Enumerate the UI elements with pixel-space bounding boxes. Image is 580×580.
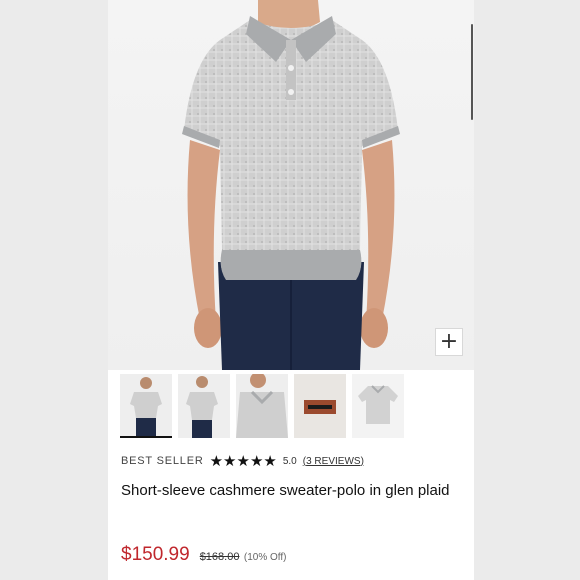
- star-icon: ★: [263, 452, 277, 470]
- star-icon: ★: [223, 452, 237, 470]
- thumbnail-collar[interactable]: [236, 374, 288, 438]
- thumbnail-side[interactable]: [178, 374, 230, 438]
- star-icon: ★: [209, 452, 224, 470]
- thumbnail-image: [186, 376, 218, 438]
- thumbnail-image: [236, 374, 288, 438]
- reviews-link-label[interactable]: 3 REVIEWS: [306, 456, 360, 467]
- discount-label: (10% Off): [243, 552, 287, 563]
- best-seller-badge: BEST SELLER: [121, 455, 204, 467]
- zoom-button[interactable]: +: [435, 328, 463, 356]
- thumbnail-front[interactable]: [120, 374, 172, 438]
- rating-row: BEST SELLER ★ ★ ★ ★ ★ 5.0 (3 REVIEWS): [121, 452, 364, 470]
- rating-stars: ★ ★ ★ ★ ★: [210, 452, 277, 470]
- thumbnail-strip: [120, 374, 404, 438]
- star-icon: ★: [236, 452, 250, 470]
- thumbnail-image: [294, 374, 346, 438]
- star-icon: ★: [249, 452, 264, 470]
- thumbnail-label[interactable]: [294, 374, 346, 438]
- price-row: $150.99 $168.00 (10% Off): [121, 544, 287, 566]
- sale-price: $150.99: [121, 544, 190, 565]
- image-scrollbar[interactable]: [471, 24, 473, 120]
- main-product-image[interactable]: +: [108, 0, 474, 370]
- thumbnail-image: [352, 374, 404, 438]
- thumbnail-image: [130, 377, 162, 436]
- model-photo: [182, 0, 400, 370]
- product-card: + BEST SELLER ★ ★ ★ ★ ★ 5.0 (3 REVIEWS) …: [108, 0, 474, 580]
- rating-value: 5.0: [282, 455, 297, 467]
- thumbnail-flat[interactable]: [352, 374, 404, 438]
- product-title: Short-sleeve cashmere sweater-polo in gl…: [121, 482, 450, 499]
- reviews-link[interactable]: (3 REVIEWS): [303, 456, 364, 467]
- original-price: $168.00: [199, 551, 240, 563]
